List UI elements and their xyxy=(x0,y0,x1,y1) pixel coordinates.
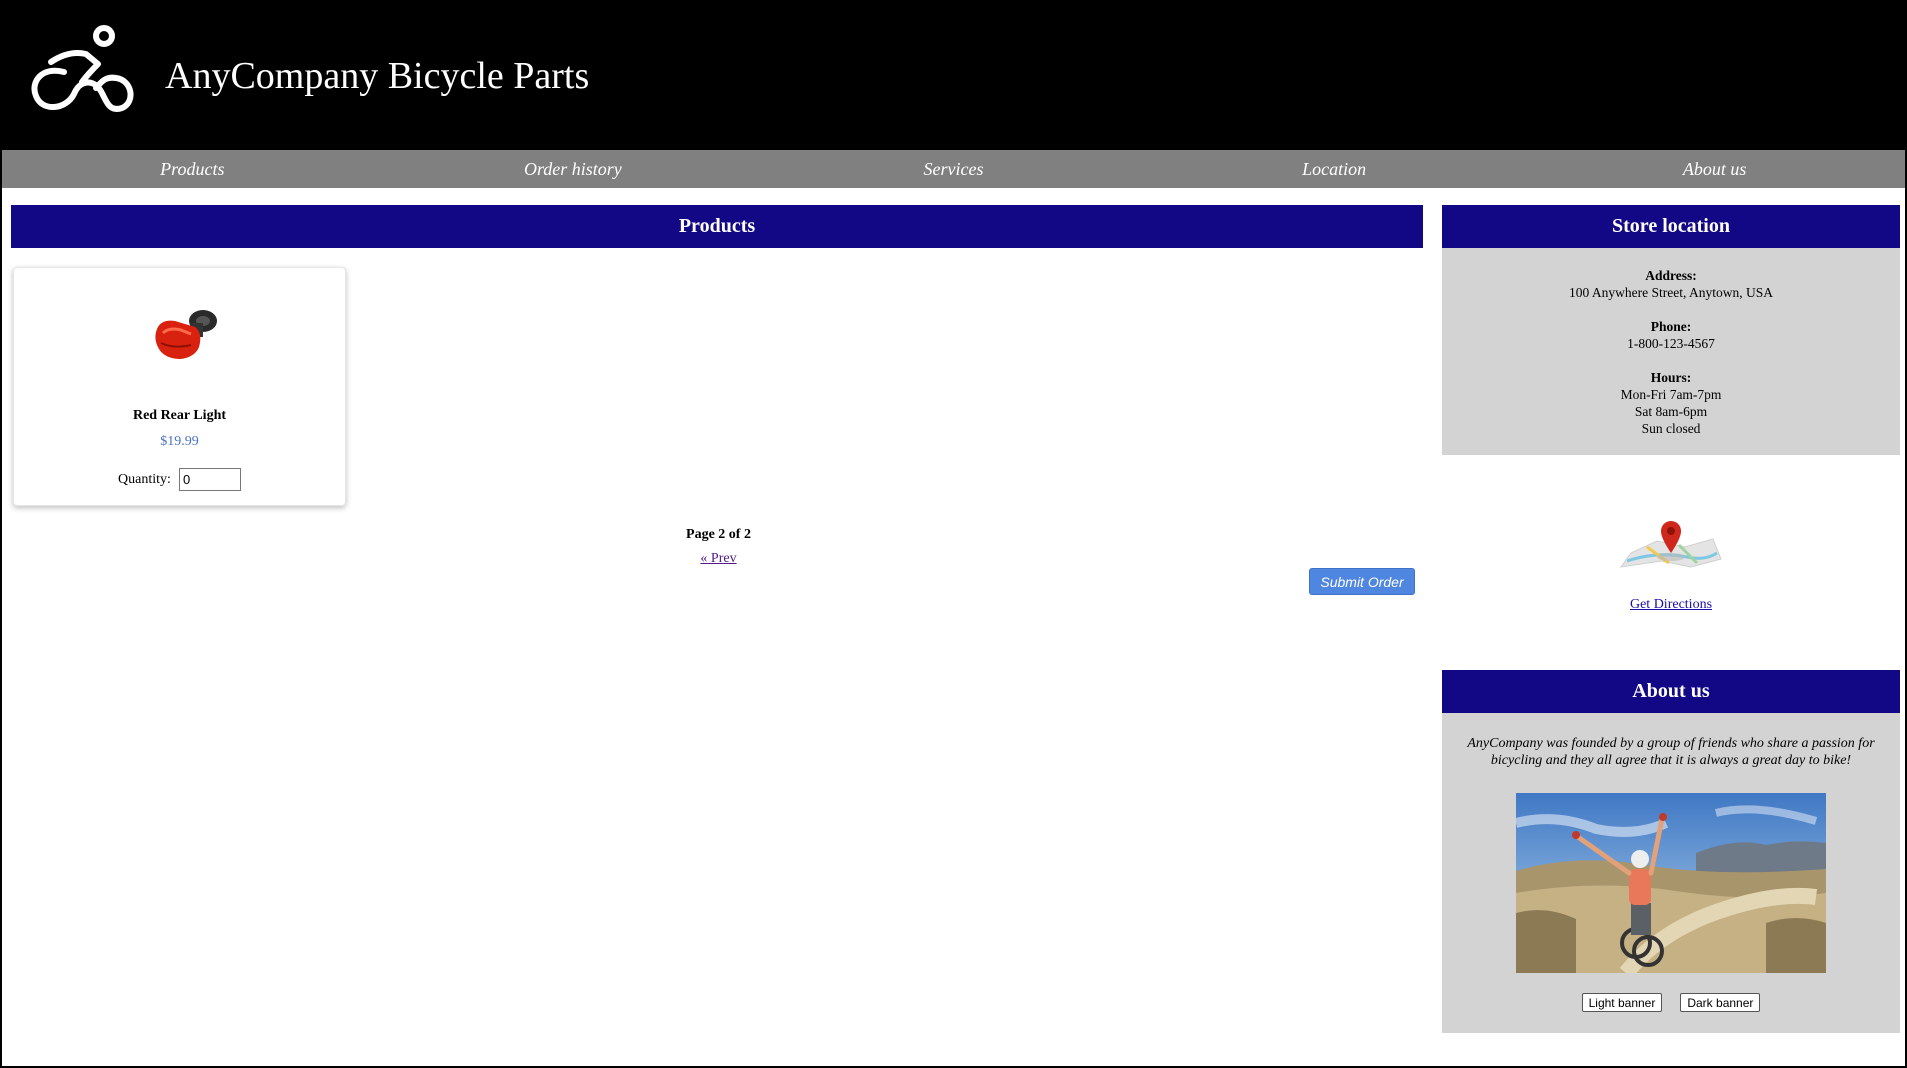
about-us-panel: AnyCompany was founded by a group of fri… xyxy=(1442,713,1900,1033)
submit-order-button[interactable]: Submit Order xyxy=(1309,568,1415,595)
nav-item-about-us[interactable]: About us xyxy=(1524,150,1905,188)
address-value: 100 Anywhere Street, Anytown, USA xyxy=(1569,285,1773,300)
map-pin-icon xyxy=(1619,521,1722,568)
main-nav: Products Order history Services Location… xyxy=(2,150,1905,188)
cyclist-icon xyxy=(31,25,134,112)
products-heading: Products xyxy=(11,205,1423,248)
site-header: AnyCompany Bicycle Parts xyxy=(2,2,1905,150)
nav-item-products[interactable]: Products xyxy=(2,150,383,188)
page-indicator: Page 2 of 2 xyxy=(686,527,751,542)
quantity-label: Quantity: xyxy=(118,471,171,487)
quantity-row: Quantity: xyxy=(14,468,345,491)
nav-item-order-history[interactable]: Order history xyxy=(383,150,764,188)
about-us-text: AnyCompany was founded by a group of fri… xyxy=(1467,736,1875,768)
page: AnyCompany Bicycle Parts Products Order … xyxy=(0,0,1907,1068)
nav-item-services[interactable]: Services xyxy=(763,150,1144,188)
address-label: Address: xyxy=(1645,268,1697,283)
prev-page-link[interactable]: « Prev xyxy=(602,551,835,567)
rear-light-icon xyxy=(155,310,217,359)
get-directions-link[interactable]: Get Directions xyxy=(1442,597,1900,613)
store-info-panel: Address: 100 Anywhere Street, Anytown, U… xyxy=(1442,248,1900,455)
about-us-heading: About us xyxy=(1442,670,1900,713)
dark-banner-button[interactable]: Dark banner xyxy=(1680,993,1761,1012)
banner-buttons: Light banner Dark banner xyxy=(1442,993,1900,1012)
nav-item-location[interactable]: Location xyxy=(1144,150,1525,188)
light-banner-button[interactable]: Light banner xyxy=(1581,993,1663,1012)
phone-label: Phone: xyxy=(1650,319,1692,334)
cyclist-photo xyxy=(1516,793,1826,973)
product-card: Red Rear Light $19.99 Quantity: xyxy=(13,267,346,506)
store-location-heading: Store location xyxy=(1442,205,1900,248)
hours-line: Sun closed xyxy=(1641,421,1701,436)
phone-value: 1-800-123-4567 xyxy=(1627,336,1715,351)
quantity-input[interactable] xyxy=(178,468,241,491)
product-name: Red Rear Light xyxy=(132,408,227,423)
hours-label: Hours: xyxy=(1650,370,1692,385)
hours-line: Sat 8am-6pm xyxy=(1634,404,1708,419)
product-price: $19.99 xyxy=(160,434,199,449)
site-title: AnyCompany Bicycle Parts xyxy=(165,55,590,97)
hours-line: Mon-Fri 7am-7pm xyxy=(1620,387,1722,402)
